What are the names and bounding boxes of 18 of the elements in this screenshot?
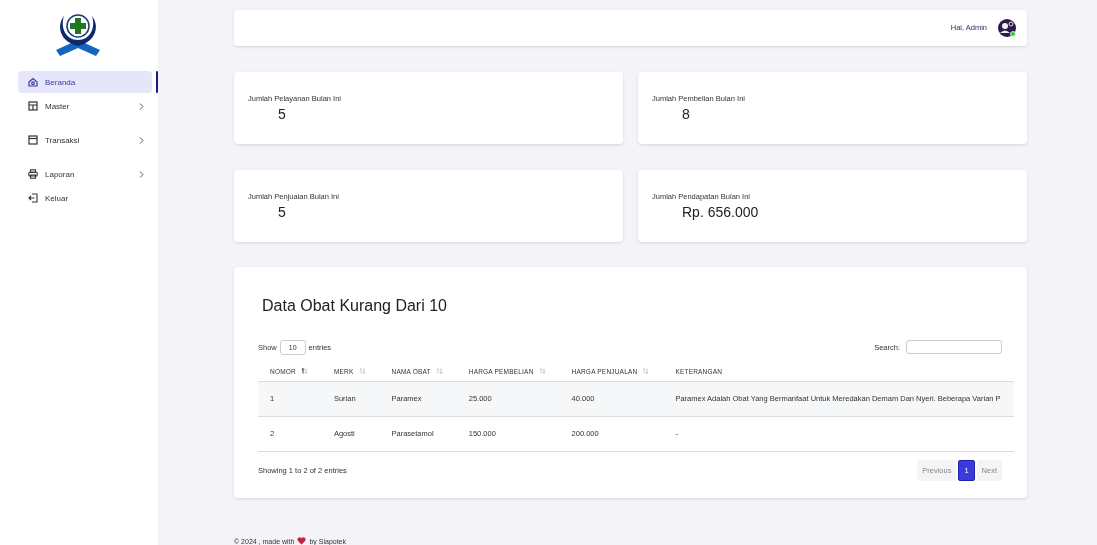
sidebar-item[interactable]: Beranda xyxy=(18,71,152,93)
avatar-icon[interactable] xyxy=(997,17,1017,38)
window-icon xyxy=(28,135,38,145)
sidebar-item[interactable]: Transaksi xyxy=(18,129,152,151)
sidebar-item[interactable]: Keluar xyxy=(18,187,152,209)
search-field[interactable] xyxy=(906,340,1002,355)
sidebar-item[interactable]: Master xyxy=(18,95,152,117)
stat-value: 5 xyxy=(278,203,286,220)
stat-value: Rp. 656.000 xyxy=(682,203,759,220)
layout-icon xyxy=(28,101,38,111)
home-icon xyxy=(28,77,38,87)
stat-value: 8 xyxy=(682,105,690,122)
logout-icon xyxy=(28,193,38,203)
card-title: Data Obat Kurang Dari 10 xyxy=(262,296,448,315)
sidebar-item[interactable]: Laporan xyxy=(18,163,152,185)
stat-value: 5 xyxy=(278,105,286,122)
active-indicator xyxy=(156,71,158,93)
printer-icon xyxy=(28,169,38,179)
